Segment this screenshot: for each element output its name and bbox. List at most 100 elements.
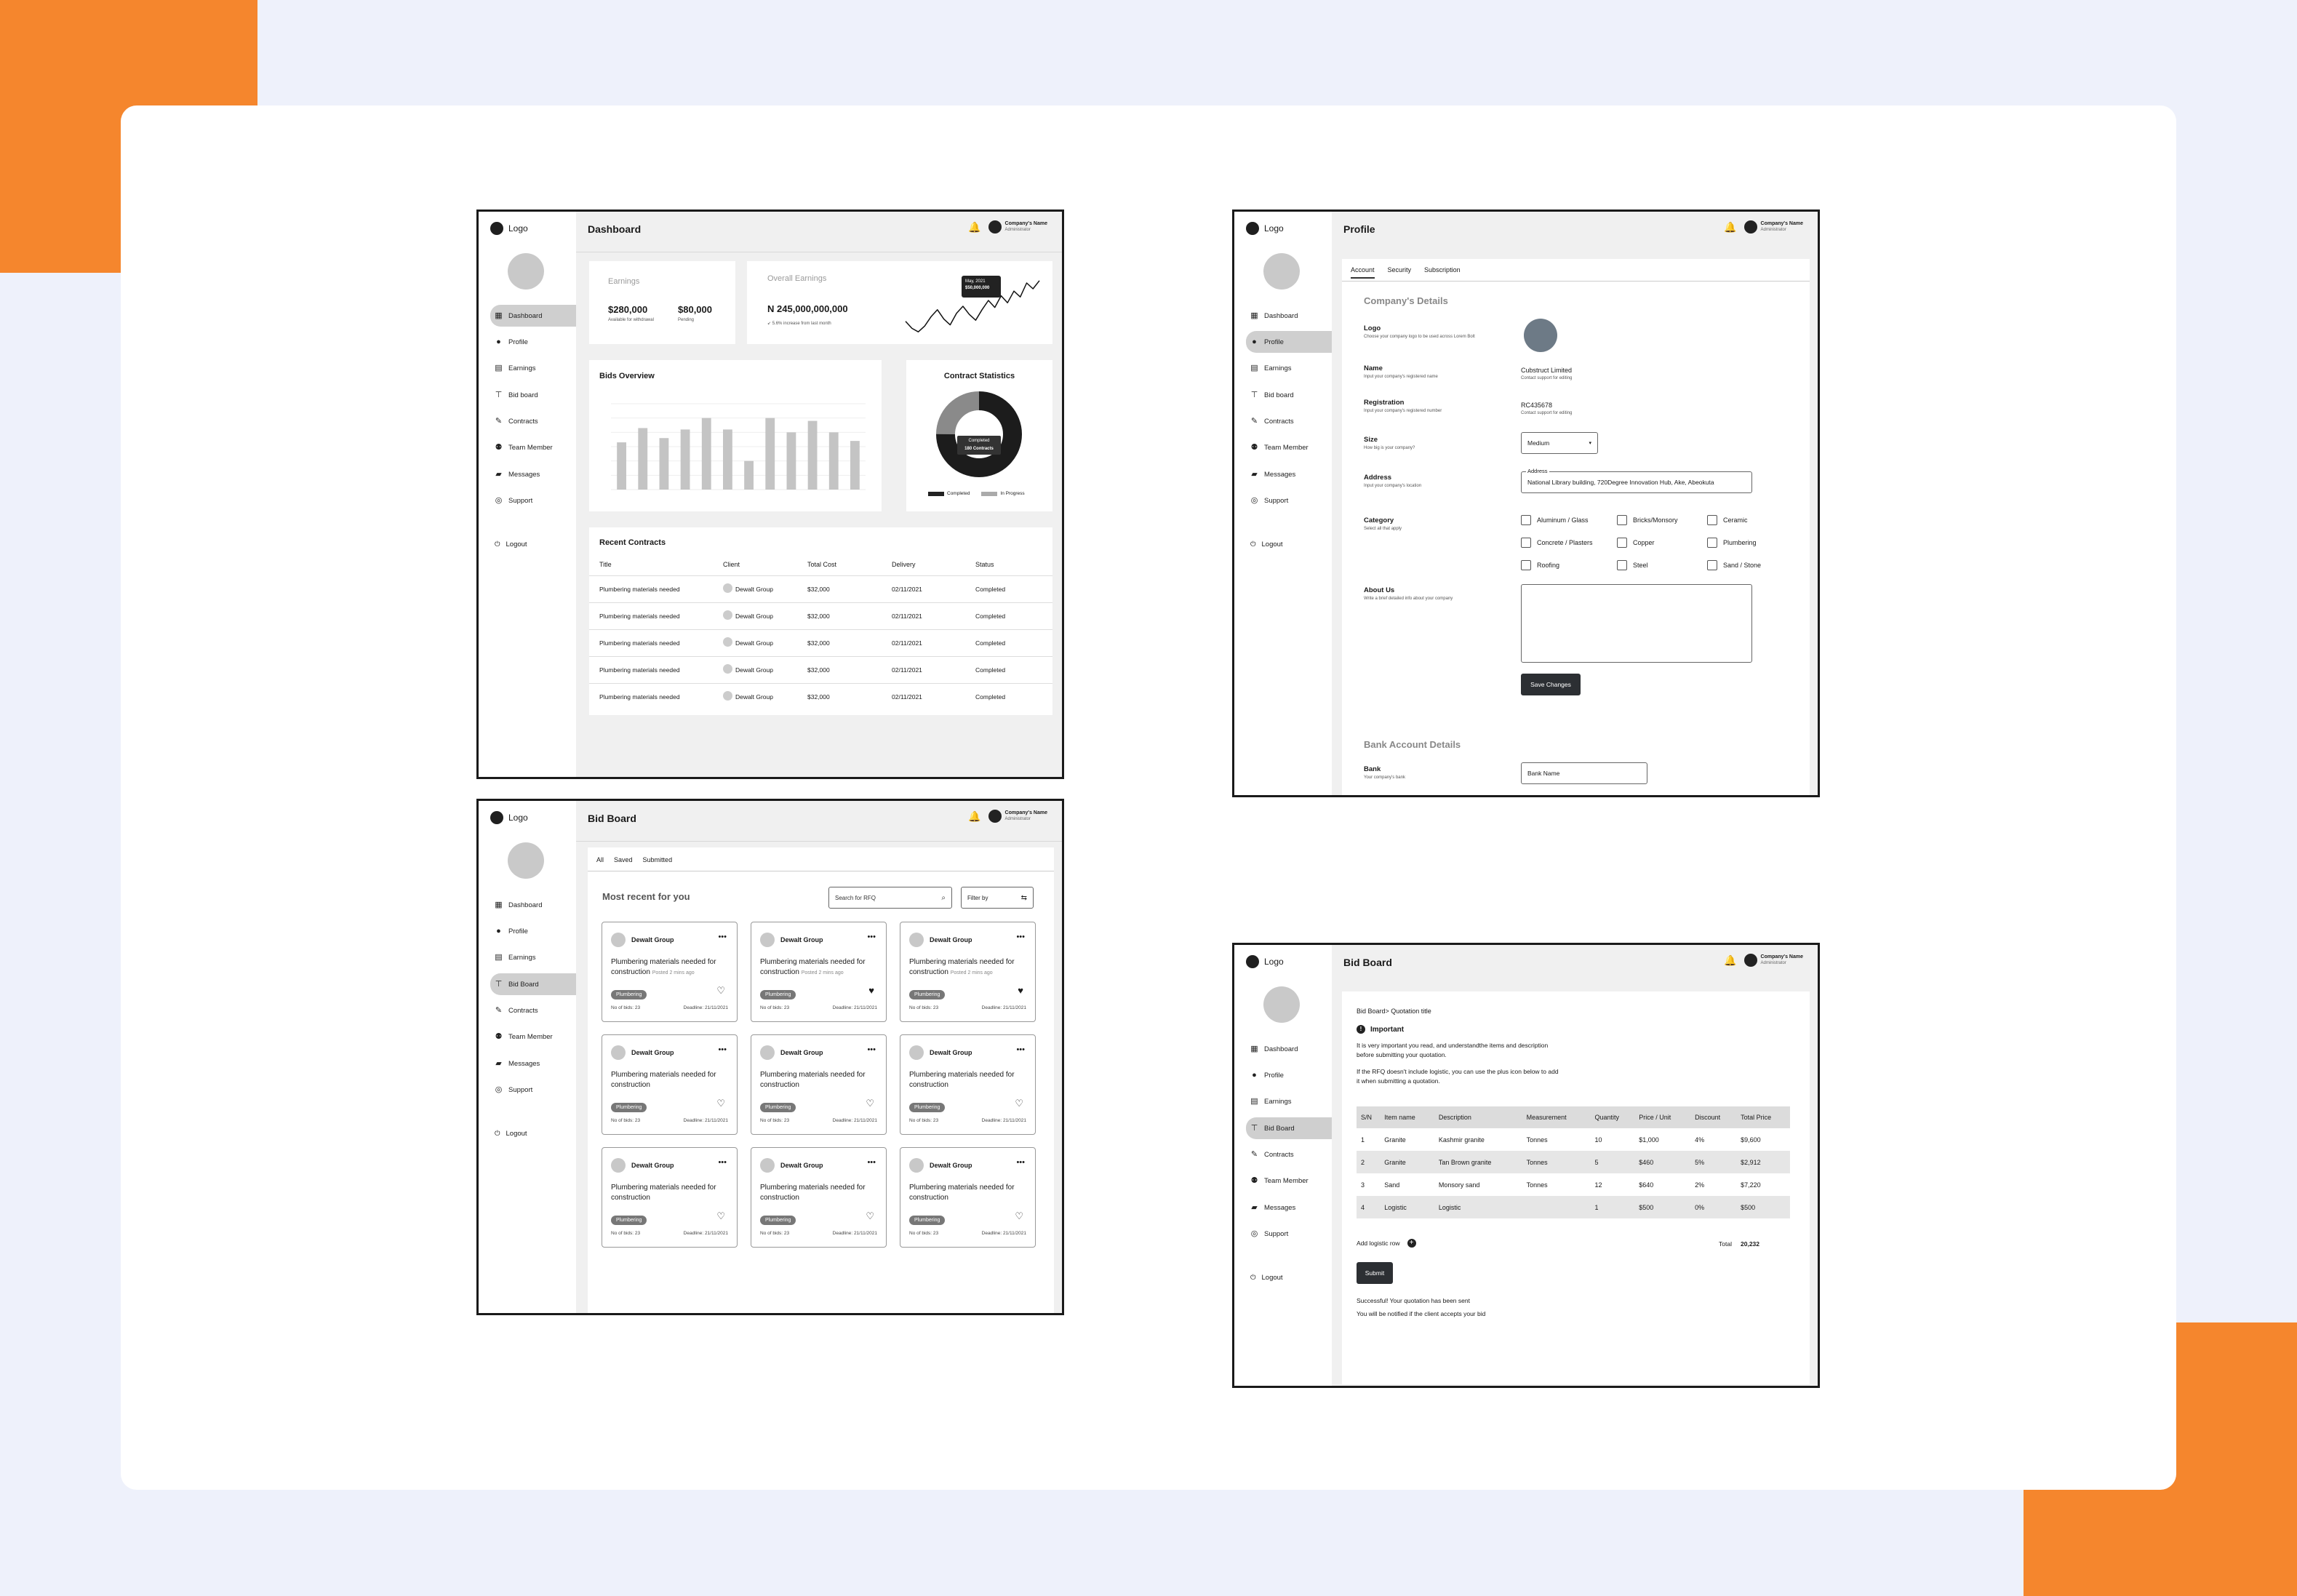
tab-all[interactable]: All bbox=[596, 856, 604, 863]
sidebar-item-earnings[interactable]: ▤ Earnings bbox=[490, 358, 576, 380]
bid-card[interactable]: Dewalt Group ••• Plumbering materials need… bbox=[602, 1034, 738, 1135]
sidebar-item-team-member[interactable]: ⚉ Team Member bbox=[490, 437, 576, 459]
table-row[interactable]: Plumbering materials needed Dewalt Group $… bbox=[589, 602, 1052, 629]
heart-icon[interactable]: ♡ bbox=[716, 985, 725, 997]
sidebar-item-support[interactable]: ◎ Support bbox=[1246, 490, 1332, 512]
heart-filled-icon[interactable]: ♥ bbox=[1018, 985, 1023, 996]
table-row[interactable]: 3 Sand Monsory sand Tonnes 12 $640 2% $7,220 bbox=[1357, 1173, 1790, 1196]
avatar[interactable] bbox=[508, 842, 544, 879]
sidebar-item-support[interactable]: ◎ Support bbox=[1246, 1224, 1332, 1245]
sidebar-item-earnings[interactable]: ▤ Earnings bbox=[1246, 358, 1332, 380]
sidebar-item-profile[interactable]: ● Profile bbox=[490, 331, 576, 353]
table-row[interactable]: Plumbering materials needed Dewalt Group $… bbox=[589, 629, 1052, 656]
heart-icon[interactable]: ♡ bbox=[1015, 1098, 1023, 1109]
more-options-icon[interactable]: ••• bbox=[1016, 1159, 1025, 1167]
avatar[interactable] bbox=[1263, 986, 1300, 1023]
sidebar-item-bid-board[interactable]: ⊤ Bid Board bbox=[1246, 1117, 1332, 1140]
more-options-icon[interactable]: ••• bbox=[867, 1046, 876, 1054]
sidebar-item-contracts[interactable]: ✎ Contracts bbox=[1246, 411, 1332, 433]
sidebar-item-dashboard[interactable]: ▦ Dashboard bbox=[490, 894, 576, 916]
account-menu[interactable]: Company's Name Administrator bbox=[988, 810, 1047, 823]
logo[interactable]: Logo bbox=[490, 222, 528, 235]
sidebar-item-team-member[interactable]: ⚉ Team Member bbox=[1246, 1170, 1332, 1192]
bid-card[interactable]: Dewalt Group ••• Plumbering materials need… bbox=[900, 1034, 1036, 1135]
table-row[interactable]: 1 Granite Kashmir granite Tonnes 10 $1,000 4% $… bbox=[1357, 1128, 1790, 1151]
bid-card[interactable]: Dewalt Group ••• Plumbering materials need… bbox=[602, 1147, 738, 1248]
heart-icon[interactable]: ♡ bbox=[716, 1098, 725, 1109]
account-menu[interactable]: Company's Name Administrator bbox=[1743, 220, 1803, 234]
sidebar-item-earnings[interactable]: ▤ Earnings bbox=[490, 947, 576, 969]
sidebar-item-messages[interactable]: ▰ Messages bbox=[490, 463, 576, 485]
category-checkbox[interactable]: Copper bbox=[1617, 538, 1655, 548]
bid-card[interactable]: Dewalt Group ••• Plumbering materials need… bbox=[602, 922, 738, 1022]
sidebar-item-profile[interactable]: ● Profile bbox=[1246, 1064, 1332, 1086]
sidebar-item-messages[interactable]: ▰ Messages bbox=[490, 1053, 576, 1074]
category-checkbox[interactable]: Bricks/Monsory bbox=[1617, 515, 1678, 525]
sidebar-item-bid-board[interactable]: ⊤ Bid board bbox=[490, 384, 576, 406]
bid-card[interactable]: Dewalt Group ••• Plumbering materials need… bbox=[751, 922, 887, 1022]
category-checkbox[interactable]: Concrete / Plasters bbox=[1521, 538, 1593, 548]
bid-card[interactable]: Dewalt Group ••• Plumbering materials need… bbox=[900, 922, 1036, 1022]
sidebar-item-contracts[interactable]: ✎ Contracts bbox=[1246, 1144, 1332, 1166]
logout-button[interactable]: ⏻ Logout bbox=[1250, 1274, 1283, 1282]
tab-subscription[interactable]: Subscription bbox=[1424, 266, 1461, 279]
sidebar-item-support[interactable]: ◎ Support bbox=[490, 1080, 576, 1101]
sidebar-item-dashboard[interactable]: ▦ Dashboard bbox=[1246, 305, 1332, 327]
logo[interactable]: Logo bbox=[1246, 222, 1284, 235]
heart-icon[interactable]: ♡ bbox=[716, 1210, 725, 1222]
add-logistic-row[interactable]: Add logistic row + bbox=[1357, 1239, 1416, 1248]
category-checkbox[interactable]: Roofing bbox=[1521, 560, 1559, 570]
bell-icon[interactable]: 🔔 bbox=[968, 810, 980, 823]
logo[interactable]: Logo bbox=[1246, 955, 1284, 968]
logout-button[interactable]: ⏻ Logout bbox=[495, 540, 527, 548]
bid-card[interactable]: Dewalt Group ••• Plumbering materials need… bbox=[751, 1147, 887, 1248]
submit-button[interactable]: Submit bbox=[1357, 1262, 1393, 1284]
more-options-icon[interactable]: ••• bbox=[1016, 1046, 1025, 1054]
size-select[interactable]: Medium ▾ bbox=[1521, 432, 1598, 454]
tab-account[interactable]: Account bbox=[1351, 266, 1375, 279]
table-row[interactable]: Plumbering materials needed Dewalt Group $… bbox=[589, 683, 1052, 710]
table-row[interactable]: 4 Logistic Logistic 1 $500 0% $500 bbox=[1357, 1196, 1790, 1218]
category-checkbox[interactable]: Steel bbox=[1617, 560, 1648, 570]
table-row[interactable]: 2 Granite Tan Brown granite Tonnes 5 $460 5% $2… bbox=[1357, 1151, 1790, 1173]
sidebar-item-bid-board[interactable]: ⊤ Bid board bbox=[1246, 384, 1332, 406]
address-input[interactable]: Address National Library building, 720De… bbox=[1521, 468, 1752, 493]
account-menu[interactable]: Company's Name Administrator bbox=[988, 220, 1047, 234]
sidebar-item-dashboard[interactable]: ▦ Dashboard bbox=[490, 305, 576, 327]
heart-icon[interactable]: ♡ bbox=[1015, 1210, 1023, 1222]
sidebar-item-contracts[interactable]: ✎ Contracts bbox=[490, 1000, 576, 1022]
category-checkbox[interactable]: Ceramic bbox=[1707, 515, 1748, 525]
heart-filled-icon[interactable]: ♥ bbox=[868, 985, 874, 996]
more-options-icon[interactable]: ••• bbox=[867, 933, 876, 941]
bid-card[interactable]: Dewalt Group ••• Plumbering materials need… bbox=[900, 1147, 1036, 1248]
more-options-icon[interactable]: ••• bbox=[1016, 933, 1025, 941]
about-textarea[interactable] bbox=[1521, 584, 1752, 663]
category-checkbox[interactable]: Plumbering bbox=[1707, 538, 1757, 548]
tab-submitted[interactable]: Submitted bbox=[643, 856, 673, 863]
more-options-icon[interactable]: ••• bbox=[718, 1159, 727, 1167]
table-row[interactable]: Plumbering materials needed Dewalt Group $… bbox=[589, 575, 1052, 602]
category-checkbox[interactable]: Sand / Stone bbox=[1707, 560, 1761, 570]
sidebar-item-earnings[interactable]: ▤ Earnings bbox=[1246, 1091, 1332, 1113]
heart-icon[interactable]: ♡ bbox=[866, 1210, 874, 1222]
bank-name-input[interactable]: Bank Name bbox=[1521, 762, 1647, 784]
logout-button[interactable]: ⏻ Logout bbox=[495, 1130, 527, 1138]
search-input[interactable]: Search for RFQ ⌕ bbox=[828, 887, 952, 909]
category-checkbox[interactable]: Aluminum / Glass bbox=[1521, 515, 1589, 525]
sidebar-item-bid-board[interactable]: ⊤ Bid Board bbox=[490, 973, 576, 996]
sidebar-item-support[interactable]: ◎ Support bbox=[490, 490, 576, 512]
sidebar-item-messages[interactable]: ▰ Messages bbox=[1246, 463, 1332, 485]
sidebar-item-team-member[interactable]: ⚉ Team Member bbox=[490, 1026, 576, 1048]
save-changes-button[interactable]: Save Changes bbox=[1521, 674, 1581, 695]
bid-card[interactable]: Dewalt Group ••• Plumbering materials need… bbox=[751, 1034, 887, 1135]
logo[interactable]: Logo bbox=[490, 811, 528, 824]
sidebar-item-profile[interactable]: ● Profile bbox=[1246, 331, 1332, 354]
sidebar-item-team-member[interactable]: ⚉ Team Member bbox=[1246, 437, 1332, 459]
tab-security[interactable]: Security bbox=[1388, 266, 1412, 279]
account-menu[interactable]: Company's Name Administrator bbox=[1743, 954, 1803, 967]
sidebar-item-contracts[interactable]: ✎ Contracts bbox=[490, 411, 576, 433]
sidebar-item-dashboard[interactable]: ▦ Dashboard bbox=[1246, 1038, 1332, 1060]
filter-dropdown[interactable]: Filter by ⇆ bbox=[961, 887, 1034, 909]
heart-icon[interactable]: ♡ bbox=[866, 1098, 874, 1109]
avatar[interactable] bbox=[1263, 253, 1300, 290]
